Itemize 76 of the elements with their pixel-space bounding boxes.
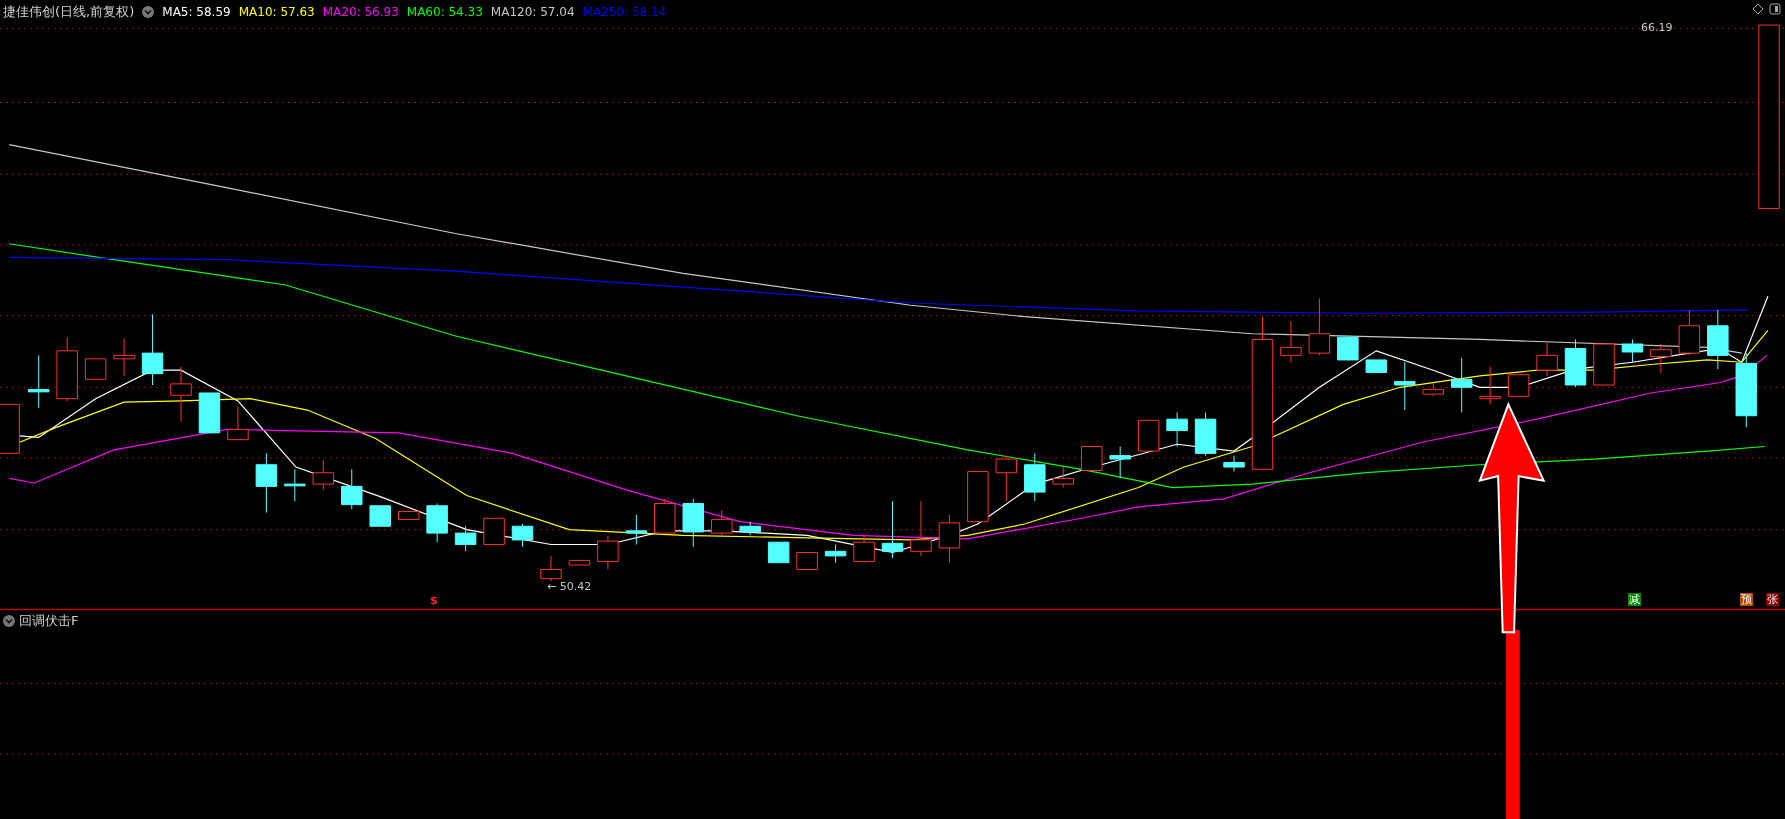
candlestick <box>312 459 335 491</box>
candlestick <box>824 544 847 564</box>
candlestick <box>1365 359 1388 373</box>
chevron-down-icon[interactable] <box>3 615 15 627</box>
panel-toggle-icon[interactable] <box>1769 3 1781 15</box>
candlestick <box>1707 309 1729 370</box>
candlestick <box>568 559 591 566</box>
diamond-icon[interactable] <box>1752 3 1764 15</box>
candlestick <box>1507 374 1530 397</box>
moving-average-value: MA5: 58.59 <box>162 5 231 19</box>
candlestick <box>1593 343 1615 386</box>
candlestick <box>938 514 961 564</box>
candlestick <box>1422 382 1444 397</box>
candlestick <box>711 509 733 536</box>
candlestick <box>341 468 363 510</box>
candlestick <box>654 498 676 534</box>
candlestick <box>170 366 192 422</box>
moving-average-value: MA20: 56.93 <box>322 5 399 19</box>
candlestick <box>1650 343 1672 375</box>
candlestick <box>1479 366 1501 405</box>
candlestick <box>1080 446 1103 471</box>
candlestick <box>796 551 818 571</box>
candlestick <box>767 541 790 564</box>
candlestick <box>1166 411 1188 447</box>
candlestick <box>454 525 477 552</box>
candlestick <box>511 523 534 548</box>
candlestick <box>1052 466 1074 489</box>
candlestick <box>853 534 875 564</box>
candlestick <box>682 498 705 548</box>
candlestick <box>255 452 278 514</box>
indicator-title: 回调伏击F <box>19 612 79 630</box>
candlestick <box>967 471 989 523</box>
candlestick <box>483 517 505 545</box>
signal-marker: 张 <box>1766 593 1779 606</box>
candlestick <box>1678 309 1701 356</box>
candlestick <box>625 514 648 545</box>
candlestick <box>1536 341 1558 377</box>
candlestick <box>1564 338 1587 388</box>
candlestick <box>1621 338 1644 363</box>
candlestick <box>1337 336 1359 361</box>
candlestick <box>1394 361 1416 411</box>
candlestick <box>540 555 562 582</box>
low-price-label: ← 50.42 <box>547 580 592 593</box>
moving-average-value: MA250: 58.14 <box>582 5 667 19</box>
candlestick <box>397 510 420 520</box>
candlestick <box>284 468 306 502</box>
candlestick <box>1223 455 1245 473</box>
high-price-label: 66.19 <box>1641 21 1673 34</box>
candlestick <box>1308 297 1331 356</box>
candlestick <box>27 354 50 409</box>
candlestick <box>227 406 249 441</box>
candlestick <box>426 502 448 543</box>
stock-title: 捷佳伟创(日线,前复权) <box>3 3 135 21</box>
chevron-down-icon[interactable] <box>142 6 155 18</box>
candlestick <box>1137 419 1160 452</box>
signal-marker: 预 <box>1740 593 1753 606</box>
signal-marker: 减 <box>1628 593 1641 606</box>
candlestick <box>56 336 78 402</box>
moving-average-value: MA60: 54.33 <box>406 5 483 19</box>
candlestick <box>1024 452 1046 502</box>
candlestick <box>910 500 932 557</box>
candlestick <box>881 500 904 559</box>
candlestick <box>1450 357 1473 413</box>
moving-average-value: MA10: 57.63 <box>238 5 315 19</box>
candlestick <box>597 534 619 571</box>
candlestick <box>198 392 221 434</box>
candlestick <box>995 455 1018 502</box>
candlestick <box>1109 446 1131 479</box>
candlestick <box>369 505 391 527</box>
signal-mark: $ <box>430 594 438 607</box>
candlestick <box>1280 320 1302 363</box>
candlestick <box>84 358 107 380</box>
moving-average-value: MA120: 57.04 <box>490 5 575 19</box>
candlestick <box>1194 411 1217 457</box>
candlestick <box>113 337 135 377</box>
candlestick <box>739 521 761 536</box>
